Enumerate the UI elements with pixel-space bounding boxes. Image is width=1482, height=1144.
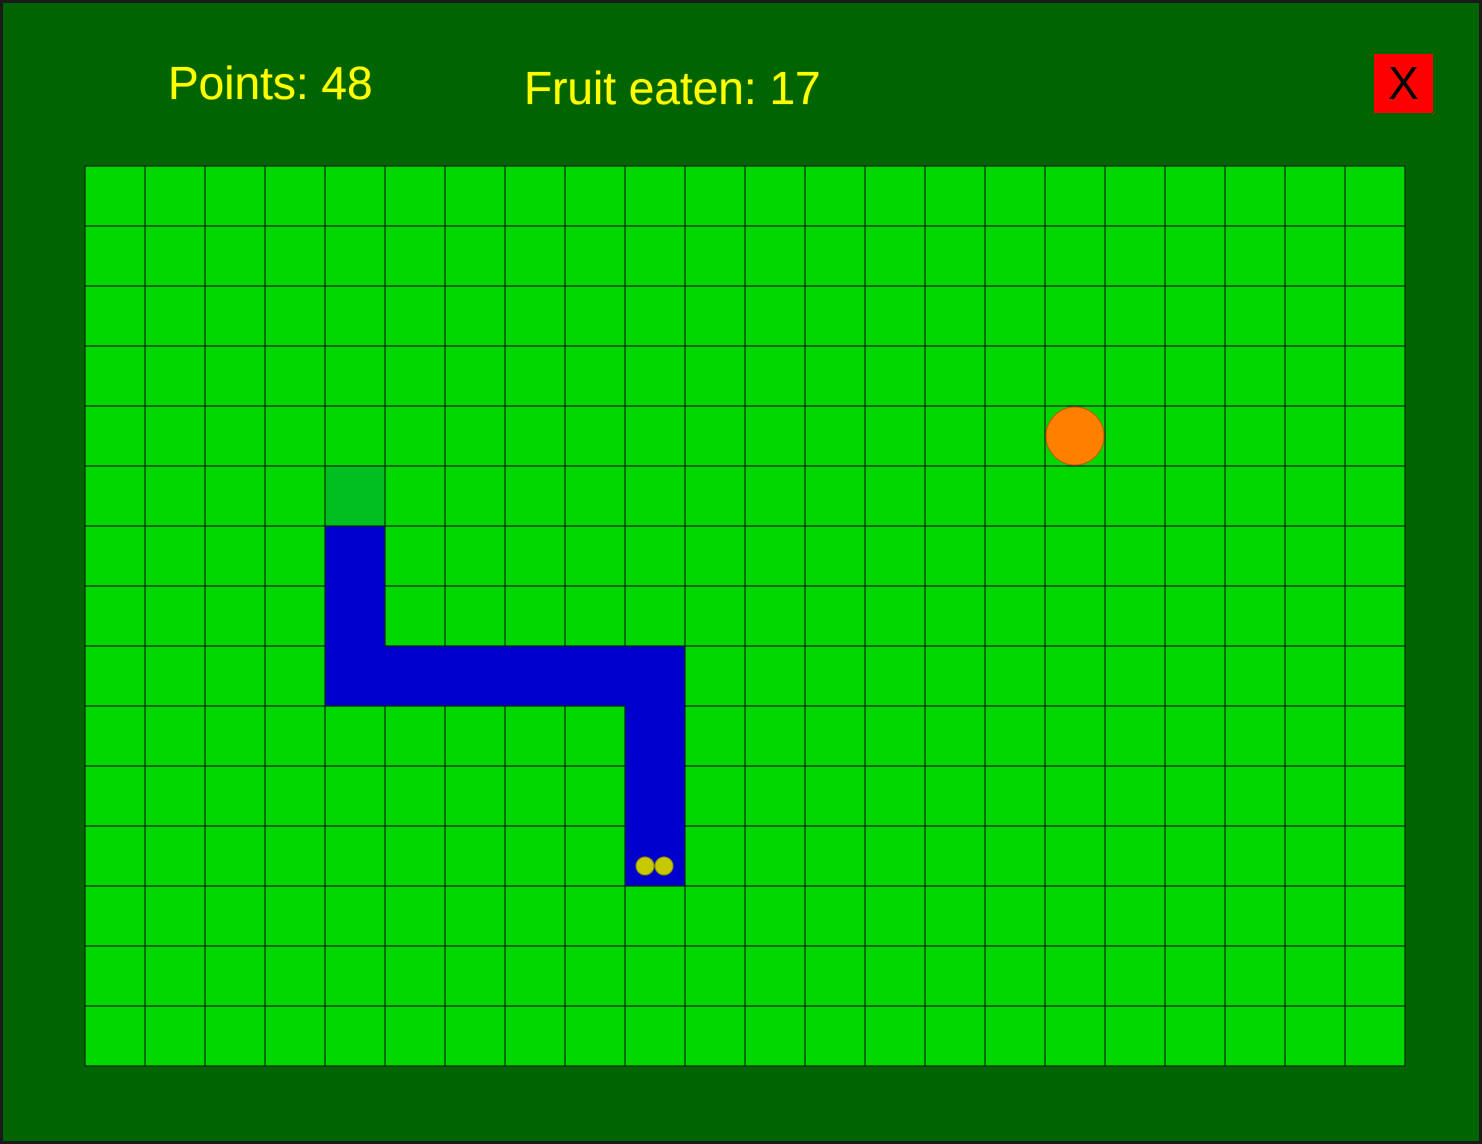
- snake-segment-fill: [625, 646, 685, 706]
- snake-eye-right: [654, 856, 674, 876]
- game-board[interactable]: [84, 165, 1406, 1067]
- snake-eye-left: [635, 856, 655, 876]
- close-button[interactable]: X: [1374, 54, 1433, 113]
- snake-joint: [503, 646, 507, 706]
- snake-joint: [383, 646, 387, 706]
- snake-segment-fill: [445, 646, 505, 706]
- snake-segment-fill: [625, 826, 685, 886]
- snake-joint: [625, 704, 685, 708]
- snake-segment-fill: [625, 706, 685, 766]
- points-display: Points: 48: [168, 57, 373, 109]
- snake-joint: [325, 644, 385, 648]
- snake-segment-fill: [625, 766, 685, 826]
- snake-joint: [563, 646, 567, 706]
- fruit-orange: [1045, 406, 1105, 466]
- snake-joint: [443, 646, 447, 706]
- game-frame: Points: 48 Fruit eaten: 17 X: [0, 0, 1482, 1144]
- snake-segment-fill: [565, 646, 625, 706]
- snake-segment-fill: [325, 526, 385, 586]
- snake-segment-fill: [325, 646, 385, 706]
- snake-joint: [625, 824, 685, 828]
- snake-segment-fill: [385, 646, 445, 706]
- snake-joint: [625, 764, 685, 768]
- snake-joint: [325, 584, 385, 588]
- snake-segment-fill: [505, 646, 565, 706]
- fruit-eaten-display: Fruit eaten: 17: [524, 62, 821, 114]
- trail-cell: [325, 466, 385, 526]
- snake-joint: [623, 646, 627, 706]
- snake-segment-fill: [325, 586, 385, 646]
